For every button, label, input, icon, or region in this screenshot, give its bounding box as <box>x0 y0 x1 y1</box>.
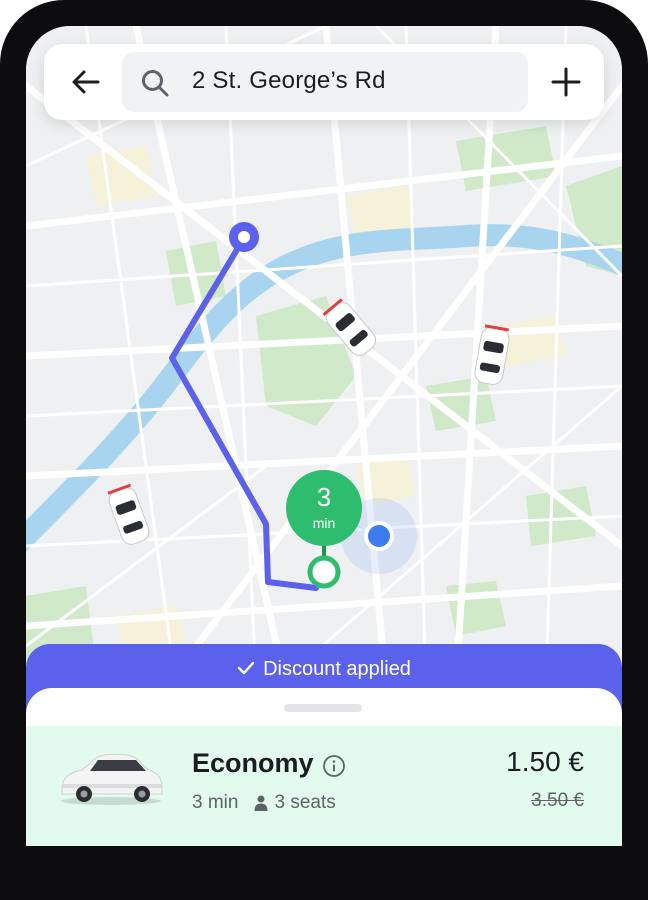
search-address-text: 2 St. George’s Rd <box>192 67 386 94</box>
map-view[interactable]: 3 min <box>26 26 622 686</box>
discount-label: Discount applied <box>263 658 411 680</box>
ride-options-sheet: Economy 3 min 3 seats 1.50 € 3.50 € <box>26 688 622 846</box>
plus-icon <box>551 67 581 97</box>
ride-option-meta: 3 min 3 seats <box>192 792 336 814</box>
add-stop-button[interactable] <box>540 58 592 106</box>
ride-option-seats: 3 seats <box>274 792 336 813</box>
search-icon <box>142 70 169 97</box>
person-icon <box>254 795 268 811</box>
ride-option-price: 1.50 € <box>506 746 584 777</box>
back-button[interactable] <box>58 58 114 106</box>
sheet-drag-handle[interactable] <box>284 704 362 712</box>
phone-frame: 3 min 2 St. George’s Rd Discount applied… <box>0 0 648 900</box>
ride-option-old-price: 3.50 € <box>531 790 584 811</box>
search-bar: 2 St. George’s Rd <box>44 44 604 120</box>
car-icon <box>61 753 163 805</box>
checkmark-icon <box>237 661 255 675</box>
ride-option-name: Economy <box>192 748 314 778</box>
address-search-field[interactable]: 2 St. George’s Rd <box>122 52 528 112</box>
ride-option-eta: 3 min <box>192 792 239 813</box>
destination-marker[interactable] <box>229 222 259 252</box>
ride-option-economy[interactable]: Economy 3 min 3 seats 1.50 € 3.50 € <box>26 726 622 846</box>
discount-label-row: Discount applied <box>26 658 622 681</box>
arrow-left-icon <box>72 70 100 94</box>
app-screen: 3 min 2 St. George’s Rd Discount applied… <box>26 26 622 846</box>
eta-unit: min <box>313 515 336 531</box>
info-icon[interactable] <box>322 754 346 778</box>
eta-value: 3 <box>317 482 331 512</box>
